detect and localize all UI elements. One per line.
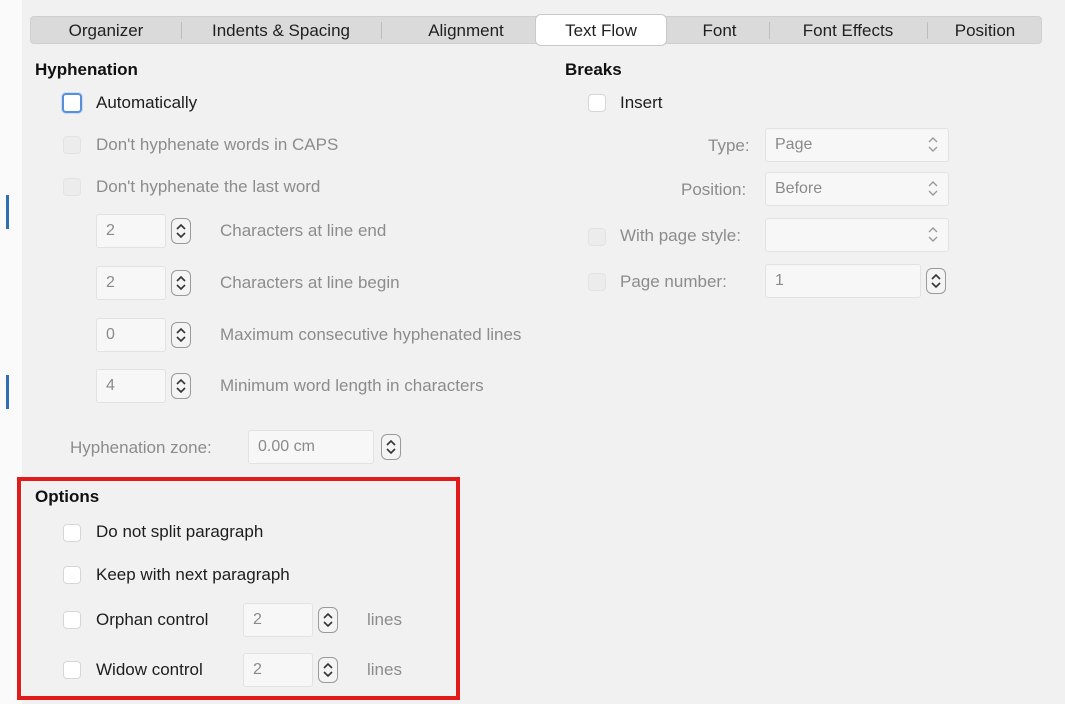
spin-arrows-icon (176, 275, 186, 291)
break-position-value: Before (775, 180, 823, 197)
page-number-label: Page number: (620, 272, 727, 291)
spin-arrows-icon (176, 223, 186, 239)
chars-line-end-field[interactable]: 2 (96, 214, 166, 248)
tab-font-effects[interactable]: Font Effects (769, 17, 927, 43)
hyphenation-zone-field[interactable]: 0.00 cm (248, 430, 374, 464)
insert-checkbox[interactable] (588, 94, 606, 112)
min-word-length-spinner[interactable] (171, 373, 191, 399)
combo-arrows-icon (928, 181, 938, 196)
tab-text-flow[interactable]: Text Flow (536, 15, 666, 45)
caps-checkbox[interactable] (63, 136, 81, 154)
edge-marker (6, 195, 9, 229)
max-hyphenated-lines-label: Maximum consecutive hyphenated lines (220, 325, 522, 344)
break-position-label: Position: (681, 180, 747, 199)
chars-line-begin-label: Characters at line begin (220, 273, 400, 292)
chars-line-end-spinner[interactable] (171, 218, 191, 244)
break-type-label: Type: (708, 136, 750, 155)
tab-position[interactable]: Position (927, 17, 1043, 43)
page-number-field[interactable]: 1 (765, 264, 921, 298)
breaks-heading: Breaks (565, 60, 622, 79)
combo-arrows-icon (928, 227, 938, 242)
tab-alignment[interactable]: Alignment (381, 17, 551, 43)
tab-organizer[interactable]: Organizer (31, 17, 181, 43)
break-position-combo[interactable]: Before (765, 172, 949, 206)
max-hyphenated-lines-spinner[interactable] (171, 322, 191, 348)
tab-font[interactable]: Font (671, 17, 768, 43)
page-style-label: With page style: (620, 226, 741, 245)
page-number-spinner[interactable] (926, 268, 946, 294)
caps-label: Don't hyphenate words in CAPS (96, 135, 339, 154)
min-word-length-field[interactable]: 4 (96, 369, 166, 403)
automatically-checkbox[interactable] (62, 93, 82, 113)
hyphenation-zone-spinner[interactable] (381, 434, 401, 460)
max-hyphenated-lines-field[interactable]: 0 (96, 318, 166, 352)
last-word-label: Don't hyphenate the last word (96, 177, 321, 196)
hyphenation-zone-label: Hyphenation zone: (70, 438, 212, 457)
automatically-label: Automatically (96, 93, 198, 112)
edge-marker (6, 375, 9, 409)
hyphenation-heading: Hyphenation (35, 60, 138, 79)
combo-arrows-icon (928, 137, 938, 152)
break-type-combo[interactable]: Page (765, 128, 949, 162)
spin-arrows-icon (931, 273, 941, 289)
tab-indents-spacing[interactable]: Indents & Spacing (181, 17, 381, 43)
options-highlight-box (17, 477, 460, 700)
page-style-combo[interactable] (765, 218, 949, 252)
break-type-value: Page (775, 136, 813, 153)
tab-bar: Organizer Indents & Spacing Alignment Te… (30, 15, 1043, 45)
min-word-length-label: Minimum word length in characters (220, 376, 484, 395)
page-number-checkbox[interactable] (588, 273, 606, 291)
last-word-checkbox[interactable] (63, 178, 81, 196)
chars-line-begin-field[interactable]: 2 (96, 266, 166, 300)
insert-label: Insert (620, 93, 663, 112)
spin-arrows-icon (176, 327, 186, 343)
spin-arrows-icon (176, 378, 186, 394)
chars-line-end-label: Characters at line end (220, 221, 387, 240)
spin-arrows-icon (386, 439, 396, 455)
chars-line-begin-spinner[interactable] (171, 270, 191, 296)
page-style-checkbox[interactable] (588, 228, 606, 246)
